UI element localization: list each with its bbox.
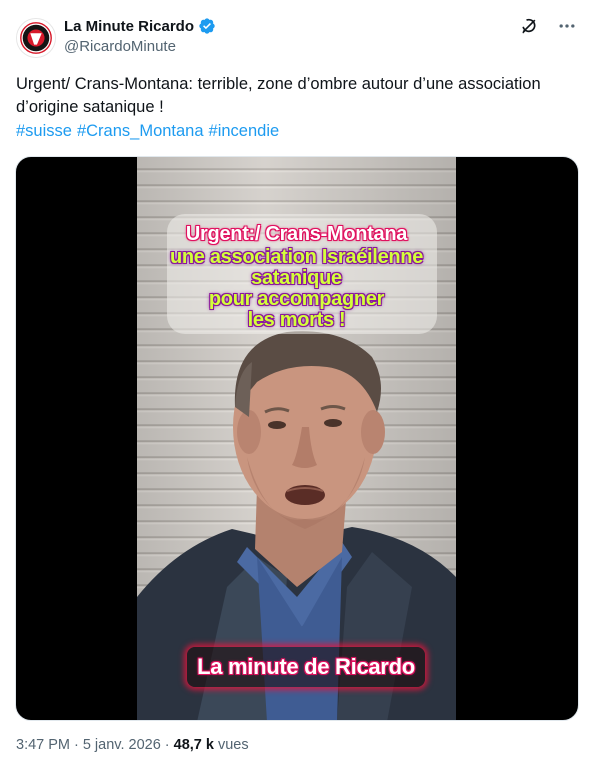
tweet-time[interactable]: 3:47 PM [16,737,70,753]
hashtag-list: #suisse #Crans_Montana #incendie [16,120,284,143]
views-label: vues [217,737,249,753]
author-name-row: La Minute Ricardo [64,17,216,35]
video-player[interactable]: Urgent:/ Crans-Montana une association I… [15,156,579,721]
views-count: 48,7 k [173,737,214,753]
overlay-line: une association Israéilenne [169,246,424,268]
avatar-logo-icon [17,19,55,57]
overlay-line: pour accompagner [208,288,385,310]
overlay-line: Urgent:/ Crans-Montana [185,223,408,245]
tweet-text: Urgent/ Crans-Montana: terrible, zone d’… [16,73,581,119]
hashtag-link[interactable]: #suisse [16,122,72,140]
author-handle[interactable]: @RicardoMinute [64,38,176,55]
hashtag-link[interactable]: #Crans_Montana [77,122,204,140]
header-actions [519,16,577,36]
avatar[interactable] [16,18,56,58]
meta-separator: · [164,737,170,753]
author-display-name[interactable]: La Minute Ricardo [64,18,194,35]
overlay-line: satanique [251,267,342,289]
hashtag-link[interactable]: #incendie [209,122,280,140]
tweet-date[interactable]: 5 janv. 2026 [83,737,161,753]
grok-icon[interactable] [519,16,539,36]
video-frame: Urgent:/ Crans-Montana une association I… [137,157,456,720]
verified-badge-icon[interactable] [198,17,216,35]
tweet-text-line-2: d’origine satanique ! [16,98,164,116]
tweet-card: La Minute Ricardo @RicardoMinute Urgent/… [0,0,591,764]
tweet-meta: 3:47 PM · 5 janv. 2026 · 48,7 k vues [16,737,249,753]
video-caption: La minute de Ricardo [187,647,425,687]
more-options-icon[interactable] [557,16,577,36]
meta-separator: · [74,737,79,753]
overlay-line: les morts ! [247,309,346,331]
tweet-text-line-1: Urgent/ Crans-Montana: terrible, zone d’… [16,75,541,93]
